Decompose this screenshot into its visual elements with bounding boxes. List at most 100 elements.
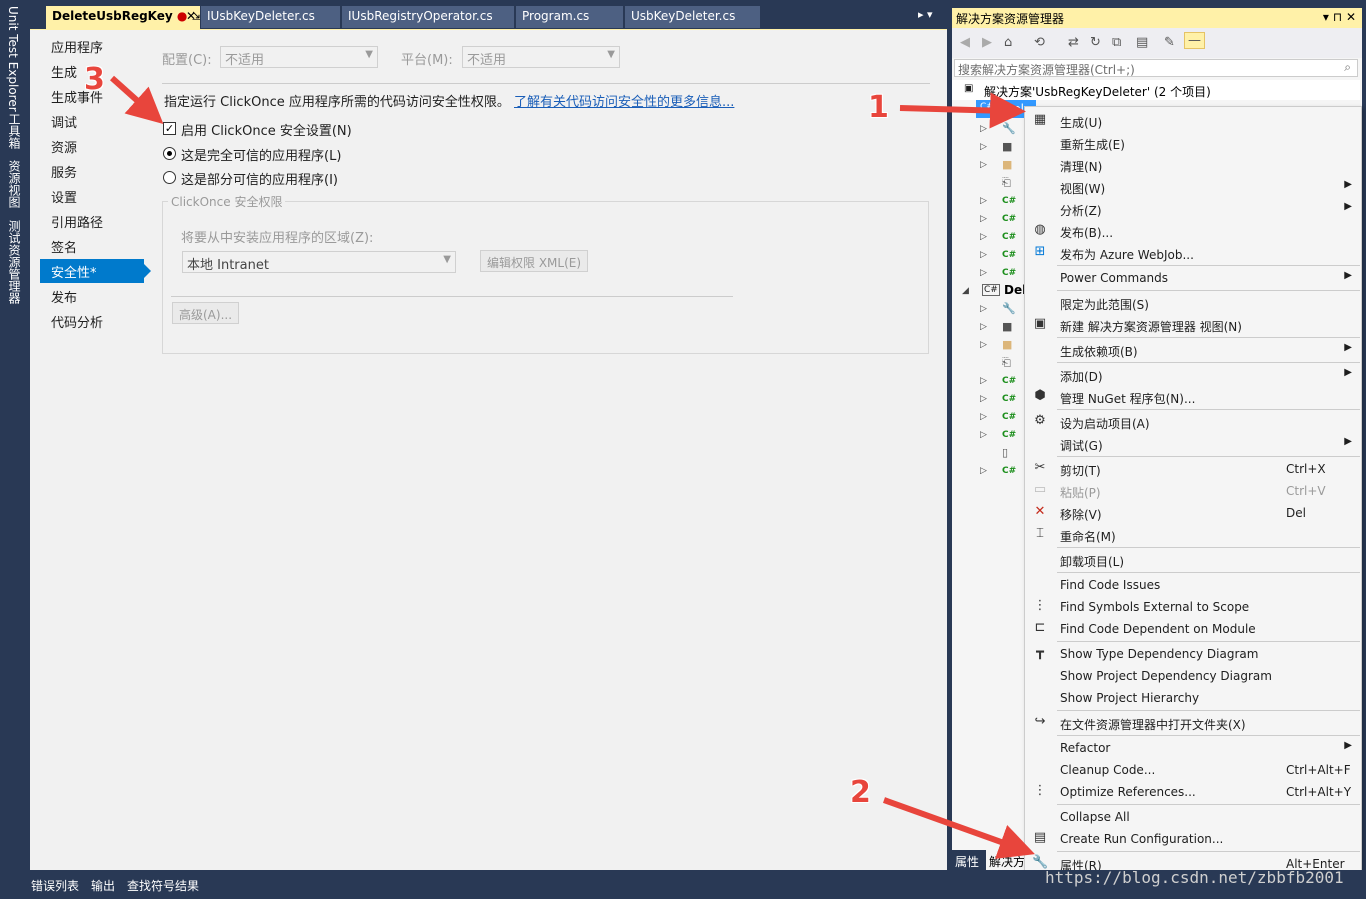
unit-test-explorer-tab[interactable]: Unit Test Explorer bbox=[6, 6, 20, 112]
toolbox-tab[interactable]: 工具箱 bbox=[6, 113, 23, 149]
full-trust-radio[interactable] bbox=[163, 147, 176, 160]
platform-select[interactable]: 不适用 ▼ bbox=[462, 46, 620, 68]
project2-label[interactable]: Del bbox=[1004, 283, 1026, 297]
nav-debug[interactable]: 调试 bbox=[40, 109, 144, 133]
error-list-tab[interactable]: 错误列表 bbox=[31, 877, 79, 894]
menu-item-13[interactable]: 生成依赖项(B) ▶ bbox=[1025, 339, 1361, 361]
expand-arrow-icon[interactable]: ▷ bbox=[980, 142, 987, 152]
expand-arrow-icon[interactable]: ▷ bbox=[980, 376, 987, 386]
expand-arrow-icon[interactable]: ▷ bbox=[980, 196, 987, 206]
expand-arrow-icon[interactable]: ▷ bbox=[980, 394, 987, 404]
learn-more-link[interactable]: 了解有关代码访问安全性的更多信息... bbox=[514, 95, 734, 110]
expand-arrow-icon[interactable]: ▷ bbox=[980, 268, 987, 278]
menu-item-42[interactable]: Collapse All bbox=[1025, 806, 1361, 828]
expand-arrow-icon[interactable]: ▷ bbox=[980, 322, 987, 332]
search-icon[interactable]: ⌕ bbox=[1344, 60, 1351, 75]
menu-item-32[interactable]: ┳ Show Type Dependency Diagram bbox=[1025, 643, 1361, 665]
nav-services[interactable]: 服务 bbox=[40, 159, 144, 183]
nav-security[interactable]: 安全性* bbox=[40, 259, 151, 283]
nav-settings[interactable]: 设置 bbox=[40, 184, 144, 208]
menu-item-1[interactable]: 重新生成(E) bbox=[1025, 132, 1361, 154]
tab-program[interactable]: Program.cs bbox=[516, 6, 623, 28]
nav-application[interactable]: 应用程序 bbox=[40, 34, 144, 58]
menu-item-33[interactable]: Show Project Dependency Diagram bbox=[1025, 665, 1361, 687]
expand-arrow-icon[interactable]: ▷ bbox=[980, 250, 987, 260]
partial-trust-label[interactable]: 这是部分可信的应用程序(I) bbox=[181, 169, 338, 188]
enable-clickonce-label[interactable]: 启用 ClickOnce 安全设置(N) bbox=[181, 120, 352, 139]
expand-arrow-icon[interactable]: ▷ bbox=[980, 466, 987, 476]
nav-publish[interactable]: 发布 bbox=[40, 284, 144, 308]
menu-item-16[interactable]: ⬢ 管理 NuGet 程序包(N)... bbox=[1025, 386, 1361, 408]
tab-delete-usb-reg-key[interactable]: DeleteUsbRegKey ● ⇲ ✕ bbox=[46, 6, 200, 29]
menu-item-30[interactable]: ⊏ Find Code Dependent on Module bbox=[1025, 618, 1361, 640]
nav-signing[interactable]: 签名 bbox=[40, 234, 144, 258]
test-explorer-tab[interactable]: 测试资源管理器 bbox=[6, 220, 23, 304]
menu-item-24[interactable]: ⌶ 重命名(M) bbox=[1025, 524, 1361, 546]
home-icon[interactable]: ⌂ bbox=[1004, 35, 1012, 50]
enable-clickonce-checkbox[interactable]: ✓ bbox=[163, 122, 176, 135]
menu-item-22[interactable]: ▭ 粘贴(P) Ctrl+V bbox=[1025, 480, 1361, 502]
close-icon[interactable]: ✕ bbox=[186, 9, 196, 23]
menu-item-0[interactable]: ▦ 生成(U) bbox=[1025, 110, 1361, 132]
expand-arrow-icon[interactable]: ▷ bbox=[980, 304, 987, 314]
collapse-icon[interactable]: ⧉ bbox=[1112, 35, 1121, 50]
panel-controls-icon[interactable]: ▾ ⊓ ✕ bbox=[1323, 10, 1356, 24]
menu-item-10[interactable]: 限定为此范围(S) bbox=[1025, 292, 1361, 314]
tab-iusbregistryoperator[interactable]: IUsbRegistryOperator.cs bbox=[342, 6, 514, 28]
expand-arrow-icon[interactable]: ▷ bbox=[980, 340, 987, 350]
collapse-arrow-icon[interactable]: ◢ bbox=[962, 286, 969, 296]
menu-item-3[interactable]: 视图(W) ▶ bbox=[1025, 176, 1361, 198]
menu-item-36[interactable]: ↪ 在文件资源管理器中打开文件夹(X) bbox=[1025, 712, 1361, 734]
config-select[interactable]: 不适用 ▼ bbox=[220, 46, 378, 68]
find-symbol-results-tab[interactable]: 查找符号结果 bbox=[127, 877, 199, 894]
partial-trust-radio[interactable] bbox=[163, 171, 176, 184]
solution-node[interactable]: ▣ 解决方案'UsbRegKeyDeleter' (2 个项目) bbox=[952, 80, 1360, 100]
menu-item-19[interactable]: 调试(G) ▶ bbox=[1025, 433, 1361, 455]
tab-overflow-icon[interactable]: ▸ ▾ bbox=[918, 8, 933, 21]
menu-item-43[interactable]: ▤ Create Run Configuration... bbox=[1025, 828, 1361, 850]
expand-arrow-icon[interactable]: ▷ bbox=[980, 160, 987, 170]
nav-resources[interactable]: 资源 bbox=[40, 134, 144, 158]
forward-icon[interactable]: ▶ bbox=[982, 35, 992, 50]
solution-explorer-panel-tab[interactable]: 解决方 bbox=[986, 850, 1028, 870]
resource-view-tab[interactable]: 资源视图 bbox=[6, 160, 23, 208]
menu-item-38[interactable]: Refactor ▶ bbox=[1025, 737, 1361, 759]
menu-item-5[interactable]: ◍ 发布(B)... bbox=[1025, 220, 1361, 242]
history-icon[interactable]: ⟲ bbox=[1034, 35, 1045, 50]
expand-arrow-icon[interactable]: ▷ bbox=[980, 430, 987, 440]
expand-arrow-icon[interactable]: ▷ bbox=[980, 232, 987, 242]
menu-item-26[interactable]: 卸载项目(L) bbox=[1025, 549, 1361, 571]
menu-item-40[interactable]: ⋮ Optimize References... Ctrl+Alt+Y bbox=[1025, 781, 1361, 803]
preview-icon[interactable]: — bbox=[1184, 32, 1205, 49]
menu-item-28[interactable]: Find Code Issues bbox=[1025, 574, 1361, 596]
tab-usbkeydeleter[interactable]: UsbKeyDeleter.cs bbox=[625, 6, 760, 28]
menu-item-21[interactable]: ✂ 剪切(T) Ctrl+X bbox=[1025, 458, 1361, 480]
menu-item-18[interactable]: ⚙ 设为启动项目(A) bbox=[1025, 411, 1361, 433]
tab-iusbkeydeleter[interactable]: IUsbKeyDeleter.cs bbox=[201, 6, 340, 28]
menu-item-34[interactable]: Show Project Hierarchy bbox=[1025, 687, 1361, 709]
output-tab[interactable]: 输出 bbox=[91, 877, 115, 894]
menu-item-11[interactable]: ▣ 新建 解决方案资源管理器 视图(N) bbox=[1025, 314, 1361, 336]
refresh-icon[interactable]: ↻ bbox=[1090, 35, 1101, 50]
show-all-files-icon[interactable]: ▤ bbox=[1136, 35, 1148, 50]
properties-icon[interactable]: ✎ bbox=[1164, 35, 1175, 50]
advanced-button[interactable]: 高级(A)... bbox=[172, 302, 240, 324]
back-icon[interactable]: ◀ bbox=[960, 35, 970, 50]
properties-panel-tab[interactable]: 属性 bbox=[952, 850, 986, 870]
menu-item-15[interactable]: 添加(D) ▶ bbox=[1025, 364, 1361, 386]
expand-arrow-icon[interactable]: ▷ bbox=[980, 124, 987, 134]
solution-search-input[interactable]: 搜索解决方案资源管理器(Ctrl+;) ⌕ bbox=[954, 59, 1358, 77]
menu-item-6[interactable]: ⊞ 发布为 Azure WebJob... bbox=[1025, 242, 1361, 264]
expand-arrow-icon[interactable]: ▷ bbox=[980, 214, 987, 224]
menu-item-29[interactable]: ⋮ Find Symbols External to Scope bbox=[1025, 596, 1361, 618]
menu-item-39[interactable]: Cleanup Code... Ctrl+Alt+F bbox=[1025, 759, 1361, 781]
expand-arrow-icon[interactable]: ▷ bbox=[980, 412, 987, 422]
nav-code-analysis[interactable]: 代码分析 bbox=[40, 309, 144, 333]
sync-icon[interactable]: ⇄ bbox=[1068, 35, 1079, 50]
menu-item-2[interactable]: 清理(N) bbox=[1025, 154, 1361, 176]
menu-item-8[interactable]: Power Commands ▶ bbox=[1025, 267, 1361, 289]
menu-item-23[interactable]: ✕ 移除(V) Del bbox=[1025, 502, 1361, 524]
full-trust-label[interactable]: 这是完全可信的应用程序(L) bbox=[181, 145, 341, 164]
nav-reference-paths[interactable]: 引用路径 bbox=[40, 209, 144, 233]
zone-select[interactable]: 本地 Intranet ▼ bbox=[182, 251, 456, 273]
